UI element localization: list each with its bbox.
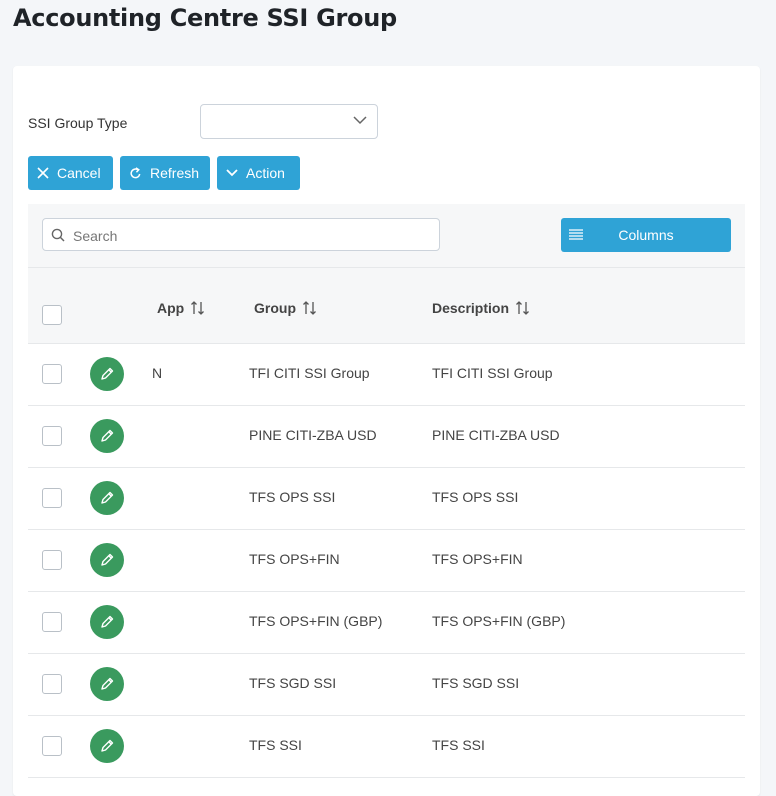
row-checkbox[interactable] (42, 674, 62, 694)
cell-description: TFI CITI SSI Group (432, 365, 553, 381)
table-row[interactable]: TFS OPS SSI TFS OPS SSI (28, 468, 745, 530)
pencil-icon (101, 677, 114, 690)
pencil-icon (101, 429, 114, 442)
cell-group: TFS SSI (249, 737, 302, 753)
ssi-group-type-label: SSI Group Type (28, 115, 128, 131)
cell-group: TFS OPS+FIN (249, 551, 340, 567)
table-toolbar: Columns (28, 204, 745, 268)
columns-button[interactable]: Columns (561, 218, 731, 252)
table-row[interactable]: PINE CITI-ZBA USD PINE CITI-ZBA USD (28, 406, 745, 468)
cell-group: TFS OPS SSI (249, 489, 336, 505)
cell-description: TFS OPS+FIN (GBP) (432, 613, 566, 629)
page-title: Accounting Centre SSI Group (13, 4, 397, 32)
cell-group: TFI CITI SSI Group (249, 365, 370, 381)
cell-description: TFS OPS+FIN (432, 551, 523, 567)
pencil-icon (101, 615, 114, 628)
table-row[interactable]: TFS OPS+FIN TFS OPS+FIN (28, 530, 745, 592)
sort-icon[interactable] (190, 300, 206, 316)
edit-button[interactable] (90, 419, 124, 453)
column-header-app-label: App (157, 300, 185, 316)
row-checkbox[interactable] (42, 736, 62, 756)
refresh-button[interactable]: Refresh (120, 156, 210, 190)
refresh-label: Refresh (150, 165, 200, 181)
table-row[interactable]: TFS SGD SSI TFS SGD SSI (28, 654, 745, 716)
action-button[interactable]: Action (217, 156, 300, 190)
cell-group: TFS SGD SSI (249, 675, 337, 691)
cell-description: TFS SGD SSI (432, 675, 520, 691)
cell-description: PINE CITI-ZBA USD (432, 427, 560, 443)
column-header-group[interactable]: Group (254, 300, 318, 316)
search-input[interactable] (71, 225, 425, 247)
cell-description: TFS SSI (432, 737, 485, 753)
chevron-down-icon (226, 169, 238, 177)
chevron-down-icon (353, 116, 367, 125)
cancel-button[interactable]: Cancel (28, 156, 113, 190)
search-box[interactable] (42, 218, 440, 251)
pencil-icon (101, 367, 114, 380)
edit-button[interactable] (90, 667, 124, 701)
pencil-icon (101, 553, 114, 566)
pencil-icon (101, 739, 114, 752)
column-header-description-label: Description (432, 300, 510, 316)
cell-group: PINE CITI-ZBA USD (249, 427, 377, 443)
cell-app: N (152, 365, 163, 381)
action-label: Action (246, 165, 285, 181)
table-row[interactable]: TFS OPS+FIN (GBP) TFS OPS+FIN (GBP) (28, 592, 745, 654)
edit-button[interactable] (90, 729, 124, 763)
column-header-app[interactable]: App (157, 300, 206, 316)
column-header-description[interactable]: Description (432, 300, 531, 316)
row-checkbox[interactable] (42, 488, 62, 508)
cancel-label: Cancel (57, 165, 101, 181)
row-checkbox[interactable] (42, 612, 62, 632)
search-icon (51, 228, 65, 242)
edit-button[interactable] (90, 357, 124, 391)
row-checkbox[interactable] (42, 550, 62, 570)
edit-button[interactable] (90, 481, 124, 515)
row-checkbox[interactable] (42, 364, 62, 384)
columns-label: Columns (618, 227, 674, 243)
cell-group: TFS OPS+FIN (GBP) (249, 613, 383, 629)
edit-button[interactable] (90, 605, 124, 639)
sort-icon[interactable] (515, 300, 531, 316)
column-header-group-label: Group (254, 300, 296, 316)
content-card: SSI Group Type Cancel Refresh Action Col… (13, 66, 760, 796)
edit-button[interactable] (90, 543, 124, 577)
pencil-icon (101, 491, 114, 504)
row-checkbox[interactable] (42, 426, 62, 446)
cell-description: TFS OPS SSI (432, 489, 519, 505)
table-row[interactable]: TFS SSI TFS SSI (28, 716, 745, 778)
sort-icon[interactable] (302, 300, 318, 316)
table-row[interactable]: N TFI CITI SSI Group TFI CITI SSI Group (28, 344, 745, 406)
ssi-group-type-select[interactable] (200, 104, 378, 139)
close-icon (37, 167, 49, 179)
select-all-checkbox[interactable] (42, 305, 62, 325)
table-header: App Group Description (28, 268, 745, 344)
refresh-icon (130, 166, 141, 178)
